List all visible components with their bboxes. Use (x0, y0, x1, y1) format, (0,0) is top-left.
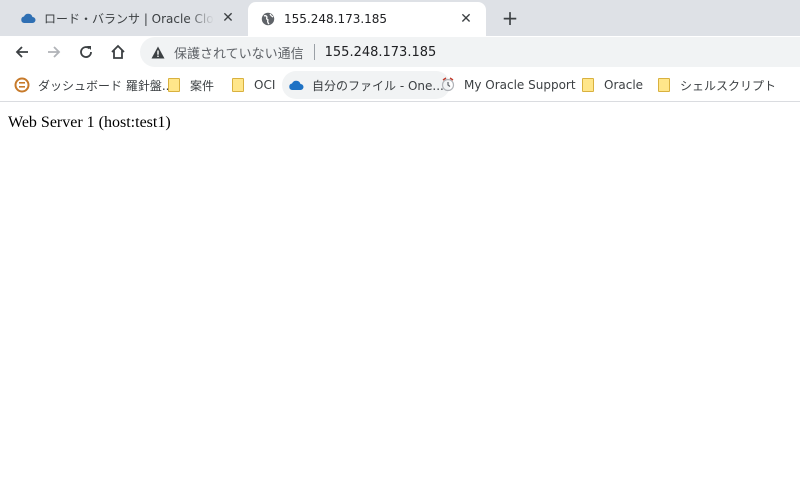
onedrive-icon (288, 77, 304, 93)
new-tab-button[interactable]: + (498, 6, 522, 30)
bookmark-label: ダッシュボード 羅針盤... (38, 78, 174, 93)
forward-arrow-icon (48, 46, 61, 58)
bookmark-label: 案件 (190, 78, 215, 93)
bookmark-folder-oci[interactable]: OCI (224, 71, 281, 99)
tab-current[interactable]: 155.248.173.185 ✕ (248, 2, 486, 36)
bookmark-folder-shell-script[interactable]: シェルスクリプト (650, 71, 782, 99)
oracle-support-icon (440, 77, 456, 93)
bookmark-label: My Oracle Support (464, 78, 576, 92)
tab-title: ロード・バランサ | Oracle Cloud Infra (44, 11, 214, 26)
folder-icon (230, 77, 246, 93)
address-bar[interactable]: 保護されていない通信 155.248.173.185 (140, 37, 800, 67)
server-response-text: Web Server 1 (host:test1) (8, 114, 171, 131)
back-arrow-icon (15, 46, 28, 58)
bookmark-label: シェルスクリプト (680, 78, 777, 93)
close-icon[interactable]: ✕ (220, 10, 236, 26)
bookmark-dashboard[interactable]: ダッシュボード 羅針盤... (8, 71, 179, 99)
home-button[interactable] (105, 39, 131, 65)
back-button[interactable] (9, 39, 35, 65)
folder-icon (166, 77, 182, 93)
folder-icon (656, 77, 672, 93)
warning-icon[interactable] (150, 44, 166, 60)
bookmark-label: 自分のファイル - One... (312, 78, 444, 93)
globe-icon (260, 11, 276, 27)
url-text[interactable]: 155.248.173.185 (325, 45, 437, 60)
bookmark-my-oracle-support[interactable]: My Oracle Support (434, 71, 582, 99)
bookmark-folder-oracle[interactable]: Oracle (574, 71, 649, 99)
close-icon[interactable]: ✕ (458, 11, 474, 27)
divider (313, 44, 315, 60)
forward-button[interactable] (41, 39, 67, 65)
tab-load-balancer[interactable]: ロード・バランサ | Oracle Cloud Infra ✕ (8, 0, 248, 36)
bookmark-label: Oracle (604, 78, 644, 92)
bookmark-label: OCI (254, 78, 276, 92)
bookmark-folder-anken[interactable]: 案件 (160, 71, 220, 99)
bookmark-onedrive[interactable]: 自分のファイル - One... (282, 71, 450, 99)
page-content: Web Server 1 (host:test1) (0, 103, 800, 488)
browser-toolbar: 保護されていない通信 155.248.173.185 (0, 36, 800, 68)
bookmarks-bar: ダッシュボード 羅針盤... 案件 OCI 自分のファイル - One... M… (0, 68, 800, 102)
home-icon (111, 44, 125, 59)
tab-title: 155.248.173.185 (284, 12, 388, 26)
oracle-cloud-icon (20, 10, 36, 26)
tab-strip: ロード・バランサ | Oracle Cloud Infra ✕ 155.248.… (0, 0, 800, 36)
reload-icon (80, 46, 92, 58)
dashboard-icon (14, 77, 30, 93)
folder-icon (580, 77, 596, 93)
security-status[interactable]: 保護されていない通信 (174, 43, 304, 62)
reload-button[interactable] (73, 39, 99, 65)
